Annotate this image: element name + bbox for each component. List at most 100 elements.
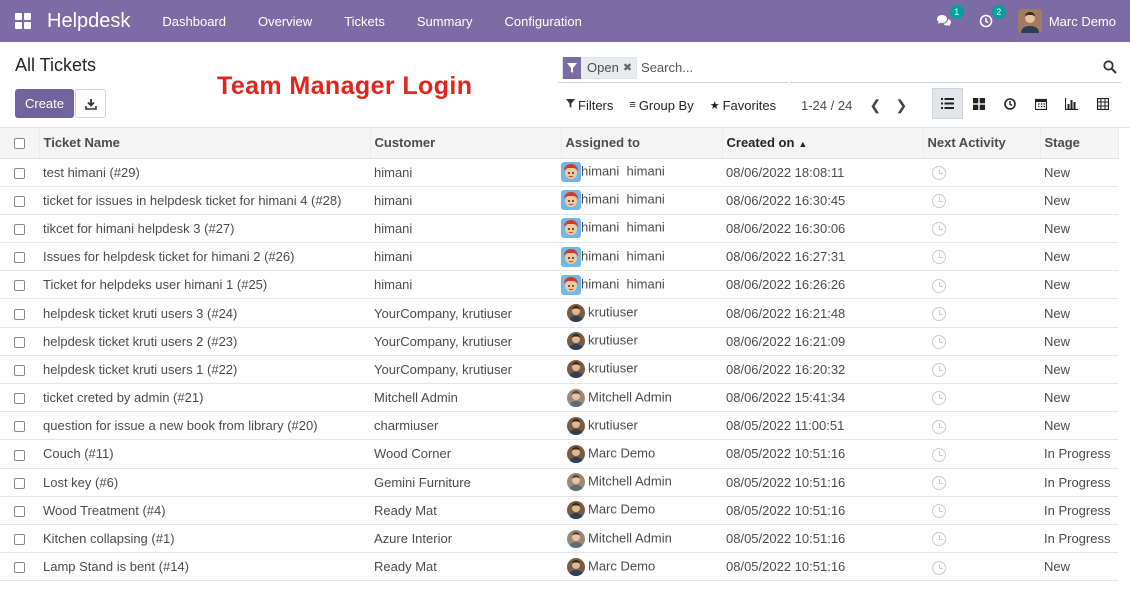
- cell-customer[interactable]: himani: [370, 186, 561, 215]
- cell-stage[interactable]: New: [1040, 355, 1118, 385]
- messages-button[interactable]: 1: [934, 5, 964, 31]
- cell-ticket-name[interactable]: Lost key (#6): [39, 468, 370, 497]
- row-checkbox[interactable]: [14, 534, 25, 546]
- row-checkbox[interactable]: [14, 562, 25, 574]
- calendar-view-button[interactable]: [1025, 88, 1056, 119]
- cell-stage[interactable]: In Progress: [1040, 468, 1118, 497]
- row-checkbox[interactable]: [14, 224, 25, 236]
- cell-assigned-to[interactable]: himani himani: [561, 214, 722, 244]
- table-row[interactable]: Lamp Stand is bent (#14) Ready Mat Marc De…: [0, 552, 1118, 582]
- activity-clock-icon[interactable]: [932, 560, 946, 575]
- activity-clock-icon[interactable]: [932, 335, 946, 349]
- cell-customer[interactable]: Ready Mat: [370, 496, 561, 525]
- cell-stage[interactable]: New: [1040, 242, 1118, 272]
- table-row[interactable]: question for issue a new book from libra…: [0, 411, 1118, 441]
- cell-created-on[interactable]: 08/06/2022 16:21:48: [722, 298, 923, 328]
- cell-ticket-name[interactable]: Issues for helpdesk ticket for himani 2 …: [39, 242, 370, 272]
- cell-customer[interactable]: himani: [370, 270, 561, 300]
- cell-assigned-to[interactable]: krutiuser: [561, 327, 722, 356]
- table-row[interactable]: ticket for issues in helpdesk ticket for…: [0, 186, 1118, 215]
- menu-configuration[interactable]: Configuration: [489, 14, 598, 29]
- activity-clock-icon[interactable]: [932, 391, 946, 406]
- cell-created-on[interactable]: 08/06/2022 16:21:09: [722, 327, 923, 356]
- cell-ticket-name[interactable]: helpdesk ticket kruti users 1 (#22): [39, 355, 370, 385]
- cell-assigned-to[interactable]: krutiuser: [561, 411, 722, 441]
- kanban-view-button[interactable]: [963, 88, 994, 119]
- row-checkbox[interactable]: [14, 280, 25, 292]
- column-created-on[interactable]: Created on ▲: [722, 128, 924, 159]
- cell-assigned-to[interactable]: krutiuser: [561, 298, 722, 328]
- cell-created-on[interactable]: 08/05/2022 11:00:51: [722, 411, 923, 441]
- list-view-button[interactable]: [932, 88, 963, 119]
- table-row[interactable]: Kitchen collapsing (#1) Azure Interior Mit…: [0, 524, 1118, 554]
- row-checkbox[interactable]: [14, 364, 25, 376]
- cell-stage[interactable]: New: [1040, 158, 1118, 187]
- user-avatar[interactable]: [1017, 9, 1042, 33]
- cell-assigned-to[interactable]: himani himani: [561, 270, 722, 300]
- cell-created-on[interactable]: 08/06/2022 16:26:26: [722, 270, 923, 300]
- cell-next-activity[interactable]: [923, 214, 1040, 244]
- graph-view-button[interactable]: [1056, 88, 1087, 119]
- row-checkbox[interactable]: [14, 167, 25, 179]
- favorites-dropdown[interactable]: ★ Favorites: [702, 90, 784, 120]
- cell-ticket-name[interactable]: Lamp Stand is bent (#14): [39, 552, 370, 582]
- cell-assigned-to[interactable]: Marc Demo: [561, 552, 722, 582]
- cell-next-activity[interactable]: [923, 270, 1040, 300]
- cell-customer[interactable]: Azure Interior: [370, 524, 561, 554]
- cell-stage[interactable]: In Progress: [1040, 496, 1118, 525]
- cell-stage[interactable]: New: [1040, 327, 1118, 356]
- cell-customer[interactable]: YourCompany, krutiuser: [370, 298, 561, 328]
- cell-stage[interactable]: New: [1040, 186, 1118, 215]
- row-checkbox[interactable]: [14, 336, 25, 348]
- cell-ticket-name[interactable]: helpdesk ticket kruti users 3 (#24): [39, 298, 370, 328]
- cell-customer[interactable]: himani: [370, 214, 561, 244]
- cell-created-on[interactable]: 08/05/2022 10:51:16: [722, 552, 923, 582]
- cell-customer[interactable]: Mitchell Admin: [370, 383, 561, 413]
- cell-ticket-name[interactable]: tikcet for himani helpdesk 3 (#27): [39, 214, 370, 244]
- menu-tickets[interactable]: Tickets: [328, 14, 401, 29]
- search-bar[interactable]: Open ✖: [558, 53, 1121, 83]
- cell-customer[interactable]: Gemini Furniture: [370, 468, 561, 497]
- cell-assigned-to[interactable]: Marc Demo: [561, 496, 722, 525]
- column-customer[interactable]: Customer: [370, 128, 562, 159]
- table-row[interactable]: helpdesk ticket kruti users 3 (#24) YourC…: [0, 298, 1118, 328]
- create-button[interactable]: Create: [15, 89, 74, 118]
- cell-stage[interactable]: New: [1040, 270, 1118, 300]
- row-checkbox[interactable]: [14, 421, 25, 433]
- cell-next-activity[interactable]: [923, 439, 1040, 469]
- activity-clock-icon[interactable]: [932, 532, 946, 547]
- pager-value[interactable]: 1-24 / 24: [801, 98, 852, 113]
- row-checkbox[interactable]: [14, 449, 25, 461]
- activity-clock-icon[interactable]: [932, 222, 946, 237]
- export-button[interactable]: [75, 89, 106, 118]
- cell-stage[interactable]: In Progress: [1040, 439, 1118, 469]
- activity-clock-icon[interactable]: [932, 250, 946, 265]
- activity-clock-icon[interactable]: [932, 504, 946, 519]
- table-row[interactable]: helpdesk ticket kruti users 2 (#23) YourC…: [0, 327, 1118, 356]
- row-checkbox[interactable]: [14, 505, 25, 517]
- row-checkbox[interactable]: [14, 252, 25, 264]
- cell-assigned-to[interactable]: himani himani: [561, 242, 722, 272]
- cell-stage[interactable]: New: [1040, 411, 1118, 441]
- cell-created-on[interactable]: 08/05/2022 10:51:16: [722, 439, 923, 469]
- activity-view-button[interactable]: [994, 88, 1025, 119]
- column-ticket-name[interactable]: Ticket Name: [39, 128, 371, 159]
- cell-created-on[interactable]: 08/05/2022 10:51:16: [722, 496, 923, 525]
- table-row[interactable]: helpdesk ticket kruti users 1 (#22) YourC…: [0, 355, 1118, 385]
- cell-ticket-name[interactable]: ticket creted by admin (#21): [39, 383, 370, 413]
- cell-created-on[interactable]: 08/06/2022 16:30:06: [722, 214, 923, 244]
- menu-overview[interactable]: Overview: [242, 14, 328, 29]
- row-checkbox[interactable]: [14, 393, 25, 405]
- cell-created-on[interactable]: 08/05/2022 10:51:16: [722, 468, 923, 497]
- search-icon[interactable]: [1103, 60, 1117, 74]
- group-by-dropdown[interactable]: ≡ Group By: [621, 90, 701, 120]
- cell-stage[interactable]: New: [1040, 298, 1118, 328]
- column-assigned-to[interactable]: Assigned to: [561, 128, 723, 159]
- cell-next-activity[interactable]: [923, 327, 1040, 356]
- cell-ticket-name[interactable]: Wood Treatment (#4): [39, 496, 370, 525]
- cell-next-activity[interactable]: [923, 383, 1040, 413]
- table-row[interactable]: ticket creted by admin (#21) Mitchell Adm…: [0, 383, 1118, 413]
- cell-created-on[interactable]: 08/05/2022 10:51:16: [722, 524, 923, 554]
- cell-stage[interactable]: In Progress: [1040, 524, 1118, 554]
- cell-ticket-name[interactable]: helpdesk ticket kruti users 2 (#23): [39, 327, 370, 356]
